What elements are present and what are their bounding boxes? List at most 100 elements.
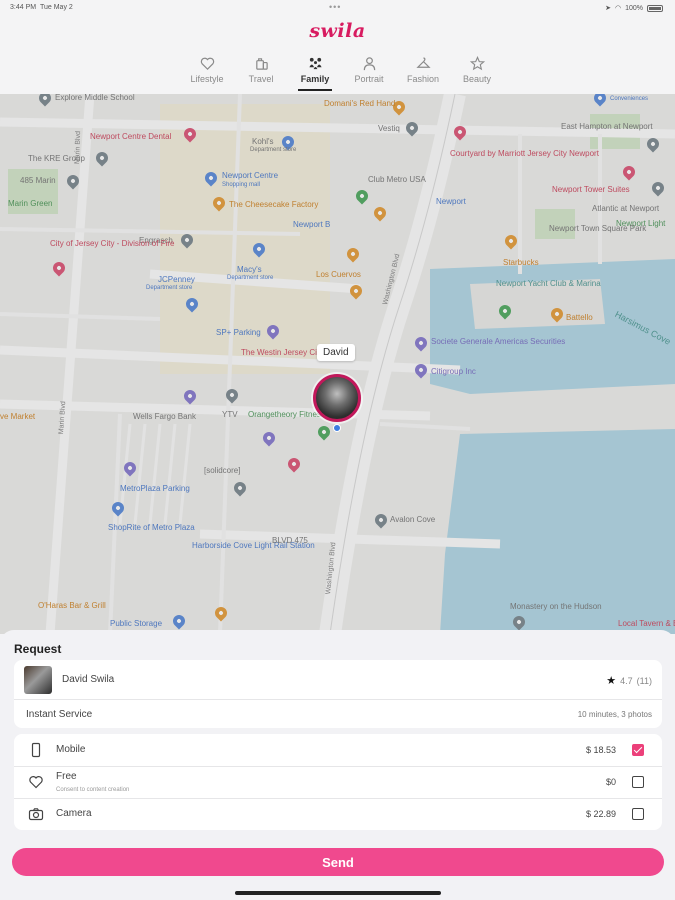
poi-label: Explore Middle School xyxy=(55,94,135,102)
option-price: $ 22.89 xyxy=(585,809,616,819)
multitask-dots[interactable]: ••• xyxy=(329,2,341,12)
hanger-icon xyxy=(415,57,431,68)
poi-label: Citigroup Inc xyxy=(431,367,476,376)
option-sublabel: Consent to content creation xyxy=(56,787,130,793)
provider-name: David Swila xyxy=(62,674,115,685)
option-mobile[interactable]: Mobile $ 18.53 xyxy=(14,734,662,766)
tab-beauty[interactable]: Beauty xyxy=(450,56,504,84)
poi-label: Marin Green xyxy=(8,199,53,208)
option-checkbox[interactable] xyxy=(632,776,644,788)
rating-count: (11) xyxy=(636,675,652,686)
option-checkbox[interactable] xyxy=(632,744,644,756)
location-icon: ➤ xyxy=(605,5,611,12)
poi-label: Conveniences xyxy=(610,96,649,102)
poi-label: JCPenney xyxy=(158,275,195,284)
poi-label: Newport Town Square Park xyxy=(549,224,647,233)
poi-label: BLVD 475 xyxy=(272,536,308,545)
user-location-dot xyxy=(333,424,341,432)
poi-label: Newport Centre Dental xyxy=(90,132,172,141)
poi-label: Battello xyxy=(566,313,593,322)
poi-label: [solidcore] xyxy=(204,466,241,475)
camera-icon xyxy=(28,808,44,821)
family-icon xyxy=(308,57,322,70)
poi-label: YTV xyxy=(222,410,238,419)
poi-label: Department store xyxy=(250,147,297,153)
poi-label: Department store xyxy=(227,275,274,281)
option-label: Camera xyxy=(56,808,92,819)
app-logo: swila xyxy=(309,20,366,42)
poi-label: Newport Tower Suites xyxy=(552,185,630,194)
request-sheet: Request David Swila ★ 4.7 (11) Instant S… xyxy=(0,630,675,900)
poi-label: Shopping mall xyxy=(222,182,261,188)
poi-label: Kohl's xyxy=(252,137,274,146)
tab-label: Family xyxy=(300,74,330,84)
tab-portrait[interactable]: Portrait xyxy=(342,56,396,84)
poi-label: Los Cuervos xyxy=(316,270,361,279)
poi-label: Club Metro USA xyxy=(368,175,426,184)
poi-label: Local Tavern & Bar xyxy=(618,619,675,628)
provider-photo xyxy=(24,666,52,694)
poi-label: The KRE Group xyxy=(28,154,85,163)
poi-label: Orangetheory Fitness xyxy=(248,410,325,419)
option-checkbox[interactable] xyxy=(632,808,644,820)
option-price: $ 18.53 xyxy=(585,745,616,755)
tab-lifestyle[interactable]: Lifestyle xyxy=(180,56,234,84)
poi-label: 485 Marin xyxy=(20,176,56,185)
category-tabs: Lifestyle Travel Family Portrait Fashion… xyxy=(180,56,504,91)
poi-label: Courtyard by Marriott Jersey City Newpor… xyxy=(450,149,599,158)
options-card: Mobile $ 18.53 Free Consent to content c… xyxy=(14,734,662,830)
person-icon xyxy=(363,57,375,71)
tab-fashion[interactable]: Fashion xyxy=(396,56,450,84)
poi-label: Department store xyxy=(146,285,193,291)
poi-label: East Hampton at Newport xyxy=(561,122,653,131)
poi-label: Macy's xyxy=(237,265,262,274)
option-label: Free xyxy=(56,771,77,782)
app-header: 3:44 PM Tue May 2 ••• ➤ ◠ 100% swila Lif… xyxy=(0,0,675,94)
tab-family[interactable]: Family xyxy=(288,56,342,91)
poi-label: Atlantic at Newport xyxy=(592,204,660,213)
poi-label: MetroPlaza Parking xyxy=(120,484,190,493)
poi-label: The Cheesecake Factory xyxy=(229,200,319,209)
map-view[interactable]: Marin Blvd Washington Blvd Washington Bl… xyxy=(0,94,675,634)
poi-label: City of Jersey City - Division of Fire xyxy=(50,239,175,248)
star-filled-icon: ★ xyxy=(606,675,617,687)
poi-label: Vestiq xyxy=(378,124,400,133)
poi-label: ShopRite of Metro Plaza xyxy=(108,523,195,532)
service-label: Instant Service xyxy=(26,709,93,720)
option-free[interactable]: Free Consent to content creation $0 xyxy=(14,766,662,798)
map-base xyxy=(0,94,675,634)
service-detail: 10 minutes, 3 photos xyxy=(577,710,652,719)
provider-avatar-marker[interactable] xyxy=(313,374,361,422)
poi-label: Newport Centre xyxy=(222,171,279,180)
sheet-title: Request xyxy=(14,642,62,656)
heart-outline-icon xyxy=(29,776,43,789)
option-label: Mobile xyxy=(56,744,86,755)
poi-label: Societe Generale Americas Securities xyxy=(431,337,566,346)
poi-label: Wells Fargo Bank xyxy=(133,412,196,421)
tab-label: Lifestyle xyxy=(190,74,224,84)
status-time: 3:44 PM Tue May 2 xyxy=(10,4,73,11)
wifi-icon: ◠ xyxy=(614,5,622,12)
tab-label: Travel xyxy=(248,74,274,84)
provider-rating: ★ 4.7 (11) xyxy=(606,674,652,687)
tab-label: Portrait xyxy=(354,74,384,84)
poi-label: Domani's Red Hand xyxy=(324,99,396,108)
heart-icon xyxy=(200,57,214,70)
phone-icon xyxy=(31,742,41,758)
poi-label: O'Haras Bar & Grill xyxy=(38,601,106,610)
status-right: ➤ ◠ 100% xyxy=(605,4,663,12)
tab-label: Fashion xyxy=(406,74,440,84)
marker-name-bubble: David xyxy=(317,344,355,361)
rating-value: 4.7 xyxy=(620,675,633,686)
home-indicator[interactable] xyxy=(235,891,441,895)
status-bar: 3:44 PM Tue May 2 ••• ➤ ◠ 100% xyxy=(0,0,675,18)
send-button[interactable]: Send xyxy=(12,848,664,876)
option-camera[interactable]: Camera $ 22.89 xyxy=(14,798,662,830)
poi-label: Monastery on the Hudson xyxy=(510,602,602,611)
poi-label: Newport Yacht Club & Marina xyxy=(496,279,601,288)
option-price: $0 xyxy=(605,777,616,787)
tab-travel[interactable]: Travel xyxy=(234,56,288,84)
divider xyxy=(14,699,662,700)
battery-percent: 100% xyxy=(625,4,643,12)
star-icon xyxy=(469,56,485,71)
